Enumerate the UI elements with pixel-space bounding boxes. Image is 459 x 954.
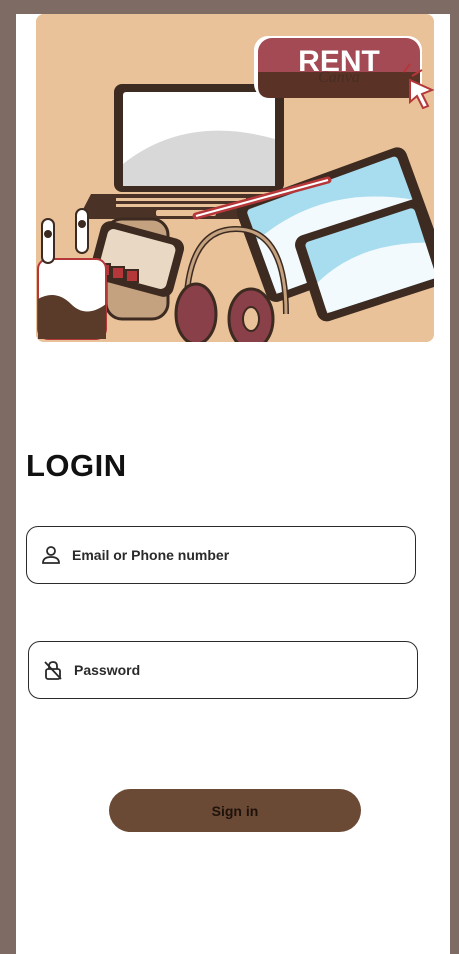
hero-illustration: RENT Canva bbox=[36, 14, 434, 342]
user-icon bbox=[40, 544, 62, 566]
sign-in-button[interactable]: Sign in bbox=[109, 789, 361, 832]
devices-illustration: RENT Canva bbox=[36, 14, 434, 342]
email-field[interactable]: Email or Phone number bbox=[26, 526, 416, 584]
password-field[interactable]: Password bbox=[28, 641, 418, 699]
canva-watermark: Canva bbox=[318, 69, 360, 86]
app-screen: RENT Canva LOGIN Email or Phone number P… bbox=[16, 14, 450, 954]
login-title: LOGIN bbox=[26, 448, 127, 483]
lock-off-icon bbox=[42, 659, 64, 681]
password-placeholder: Password bbox=[74, 662, 141, 678]
email-placeholder: Email or Phone number bbox=[72, 547, 230, 563]
